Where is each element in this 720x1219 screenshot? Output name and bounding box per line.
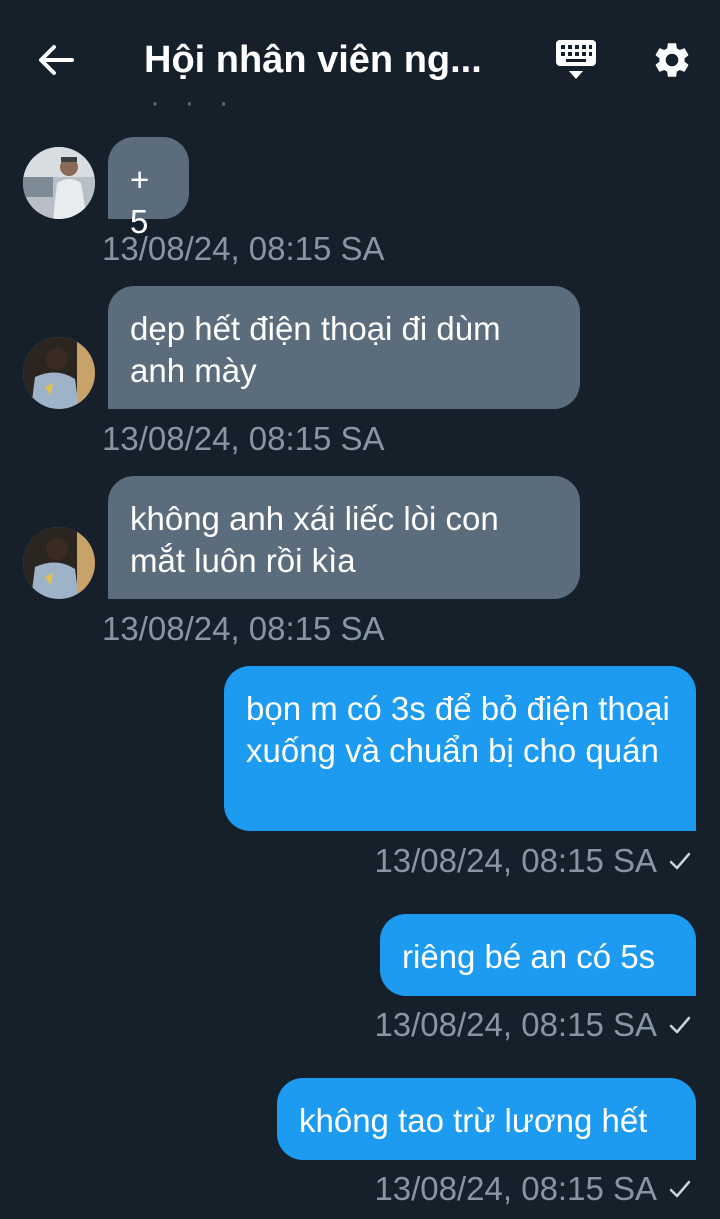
message-bubble-incoming[interactable]: +5 bbox=[108, 137, 189, 240]
message-text: không anh xái liếc lòi con mắt luôn rồi … bbox=[130, 500, 499, 579]
message-text: bọn m có 3s để bỏ điện thoại xuống và ch… bbox=[246, 690, 670, 769]
check-icon bbox=[669, 1016, 691, 1034]
message-timestamp: 13/08/24, 08:15 SA bbox=[374, 842, 657, 879]
message-text: không tao trừ lương hết bbox=[299, 1102, 648, 1139]
message-timestamp: 13/08/24, 08:15 SA bbox=[102, 420, 385, 457]
sender-avatar[interactable] bbox=[23, 527, 95, 599]
message-meta: 13/08/24, 08:15 SA bbox=[374, 841, 693, 881]
avatar-photo bbox=[23, 337, 95, 409]
avatar-photo bbox=[23, 527, 95, 599]
message-timestamp: 13/08/24, 08:15 SA bbox=[374, 1170, 657, 1207]
cut-off-timestamp: · · · bbox=[150, 96, 237, 118]
message-text: dẹp hết điện thoại đi dùm anh mày bbox=[130, 310, 501, 389]
arrow-left-icon bbox=[39, 45, 74, 75]
message-text: riêng bé an có 5s bbox=[402, 938, 656, 975]
avatar-photo bbox=[23, 147, 95, 219]
message-bubble-outgoing[interactable]: bọn m có 3s để bỏ điện thoại xuống và ch… bbox=[224, 666, 696, 831]
check-icon bbox=[669, 852, 691, 870]
message-bubble-incoming[interactable]: dẹp hết điện thoại đi dùm anh mày bbox=[108, 286, 580, 409]
back-button[interactable] bbox=[30, 34, 82, 86]
keyboard-button[interactable] bbox=[548, 36, 604, 84]
chat-title[interactable]: Hội nhân viên ng... bbox=[144, 34, 504, 86]
message-timestamp: 13/08/24, 08:15 SA bbox=[102, 610, 385, 647]
sender-avatar[interactable] bbox=[23, 337, 95, 409]
settings-button[interactable] bbox=[646, 34, 698, 86]
message-timestamp: 13/08/24, 08:15 SA bbox=[102, 230, 385, 267]
sender-avatar[interactable] bbox=[23, 147, 95, 219]
keyboard-icon bbox=[556, 40, 596, 79]
message-bubble-outgoing[interactable]: không tao trừ lương hết bbox=[277, 1078, 696, 1160]
message-meta: 13/08/24, 08:15 SA bbox=[374, 1169, 693, 1209]
gear-icon bbox=[655, 43, 689, 77]
chat-header: Hội nhân viên ng... · · · bbox=[0, 0, 720, 118]
chat-screen: Hội nhân viên ng... · · · +5 13/08/24, 0… bbox=[0, 0, 720, 1219]
message-meta: 13/08/24, 08:15 SA bbox=[374, 1005, 693, 1045]
message-bubble-outgoing[interactable]: riêng bé an có 5s bbox=[380, 914, 696, 996]
check-icon bbox=[669, 1180, 691, 1198]
message-timestamp: 13/08/24, 08:15 SA bbox=[374, 1006, 657, 1043]
message-bubble-incoming[interactable]: không anh xái liếc lòi con mắt luôn rồi … bbox=[108, 476, 580, 599]
